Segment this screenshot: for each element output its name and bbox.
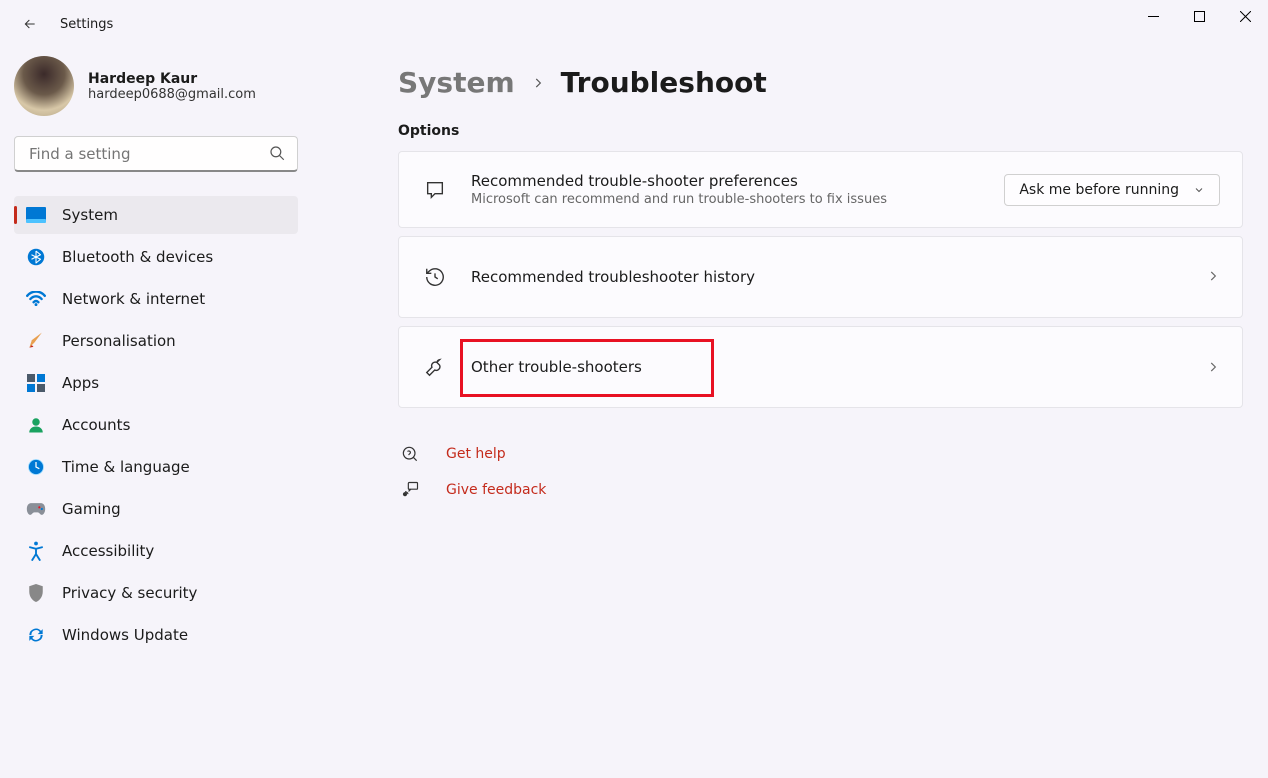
sidebar-item-apps[interactable]: Apps xyxy=(14,364,298,402)
sidebar-item-label: Accounts xyxy=(62,416,130,434)
clock-globe-icon xyxy=(26,457,46,477)
sidebar-item-label: Apps xyxy=(62,374,99,392)
sidebar-item-label: Personalisation xyxy=(62,332,176,350)
sidebar-item-gaming[interactable]: Gaming xyxy=(14,490,298,528)
card-recommended-preferences[interactable]: Recommended trouble-shooter preferences … xyxy=(398,151,1243,228)
sidebar-item-label: System xyxy=(62,206,118,224)
sidebar-item-accounts[interactable]: Accounts xyxy=(14,406,298,444)
help-link-label: Get help xyxy=(446,446,506,462)
close-button[interactable] xyxy=(1222,0,1268,32)
search-icon xyxy=(268,144,286,166)
card-recommended-history[interactable]: Recommended troubleshooter history xyxy=(398,236,1243,318)
arrow-left-icon xyxy=(22,16,38,32)
app-title: Settings xyxy=(60,17,113,32)
breadcrumb-parent[interactable]: System xyxy=(398,66,515,99)
history-icon xyxy=(421,263,449,291)
card-subtitle: Microsoft can recommend and run trouble-… xyxy=(471,192,982,207)
sidebar-item-label: Time & language xyxy=(62,458,190,476)
feedback-icon xyxy=(398,480,422,500)
main-content: System Troubleshoot Options Recommended … xyxy=(310,48,1268,778)
avatar xyxy=(14,56,74,116)
breadcrumb: System Troubleshoot xyxy=(398,66,1240,99)
sidebar-item-bluetooth[interactable]: Bluetooth & devices xyxy=(14,238,298,276)
chevron-down-icon xyxy=(1193,184,1205,196)
sidebar-item-label: Gaming xyxy=(62,500,121,518)
sidebar-item-system[interactable]: System xyxy=(14,196,298,234)
window-controls xyxy=(1130,0,1268,32)
minimize-icon xyxy=(1148,11,1159,22)
wifi-icon xyxy=(26,289,46,309)
chevron-right-icon xyxy=(531,71,545,95)
comment-icon xyxy=(421,176,449,204)
gamepad-icon xyxy=(26,499,46,519)
sidebar-item-personalisation[interactable]: Personalisation xyxy=(14,322,298,360)
paintbrush-icon xyxy=(26,331,46,351)
sidebar-item-privacy[interactable]: Privacy & security xyxy=(14,574,298,612)
preferences-dropdown[interactable]: Ask me before running xyxy=(1004,174,1220,206)
user-name: Hardeep Kaur xyxy=(88,71,256,87)
card-other-troubleshooters[interactable]: Other trouble-shooters xyxy=(398,326,1243,408)
help-link-label: Give feedback xyxy=(446,482,546,498)
sidebar: Hardeep Kaur hardeep0688@gmail.com Syste… xyxy=(0,48,310,778)
chevron-right-icon xyxy=(1206,268,1220,287)
sidebar-item-accessibility[interactable]: Accessibility xyxy=(14,532,298,570)
maximize-button[interactable] xyxy=(1176,0,1222,32)
card-title: Recommended trouble-shooter preferences xyxy=(471,172,982,190)
shield-icon xyxy=(26,583,46,603)
user-email: hardeep0688@gmail.com xyxy=(88,87,256,102)
maximize-icon xyxy=(1194,11,1205,22)
bluetooth-icon xyxy=(26,247,46,267)
help-icon xyxy=(398,444,422,464)
card-title: Recommended troubleshooter history xyxy=(471,268,1184,286)
sidebar-item-label: Network & internet xyxy=(62,290,205,308)
close-icon xyxy=(1240,11,1251,22)
sync-icon xyxy=(26,625,46,645)
card-title: Other trouble-shooters xyxy=(471,358,701,376)
give-feedback-link[interactable]: Give feedback xyxy=(398,480,1240,500)
sidebar-item-label: Windows Update xyxy=(62,626,188,644)
person-icon xyxy=(26,415,46,435)
system-icon xyxy=(26,205,46,225)
sidebar-item-label: Bluetooth & devices xyxy=(62,248,213,266)
titlebar: Settings xyxy=(0,0,1268,48)
wrench-icon xyxy=(421,353,449,381)
apps-icon xyxy=(26,373,46,393)
chevron-right-icon xyxy=(733,360,1220,374)
dropdown-value: Ask me before running xyxy=(1019,182,1179,198)
accessibility-icon xyxy=(26,541,46,561)
nav: System Bluetooth & devices Network & int… xyxy=(14,196,298,654)
search-box xyxy=(14,136,298,172)
sidebar-item-label: Privacy & security xyxy=(62,584,197,602)
help-links: Get help Give feedback xyxy=(398,444,1240,500)
search-input[interactable] xyxy=(14,136,298,172)
minimize-button[interactable] xyxy=(1130,0,1176,32)
sidebar-item-windows-update[interactable]: Windows Update xyxy=(14,616,298,654)
sidebar-item-label: Accessibility xyxy=(62,542,154,560)
breadcrumb-current: Troubleshoot xyxy=(561,66,767,99)
back-button[interactable] xyxy=(10,4,50,44)
get-help-link[interactable]: Get help xyxy=(398,444,1240,464)
section-header-options: Options xyxy=(398,123,1240,139)
user-profile[interactable]: Hardeep Kaur hardeep0688@gmail.com xyxy=(14,48,310,132)
sidebar-item-network[interactable]: Network & internet xyxy=(14,280,298,318)
sidebar-item-time-language[interactable]: Time & language xyxy=(14,448,298,486)
